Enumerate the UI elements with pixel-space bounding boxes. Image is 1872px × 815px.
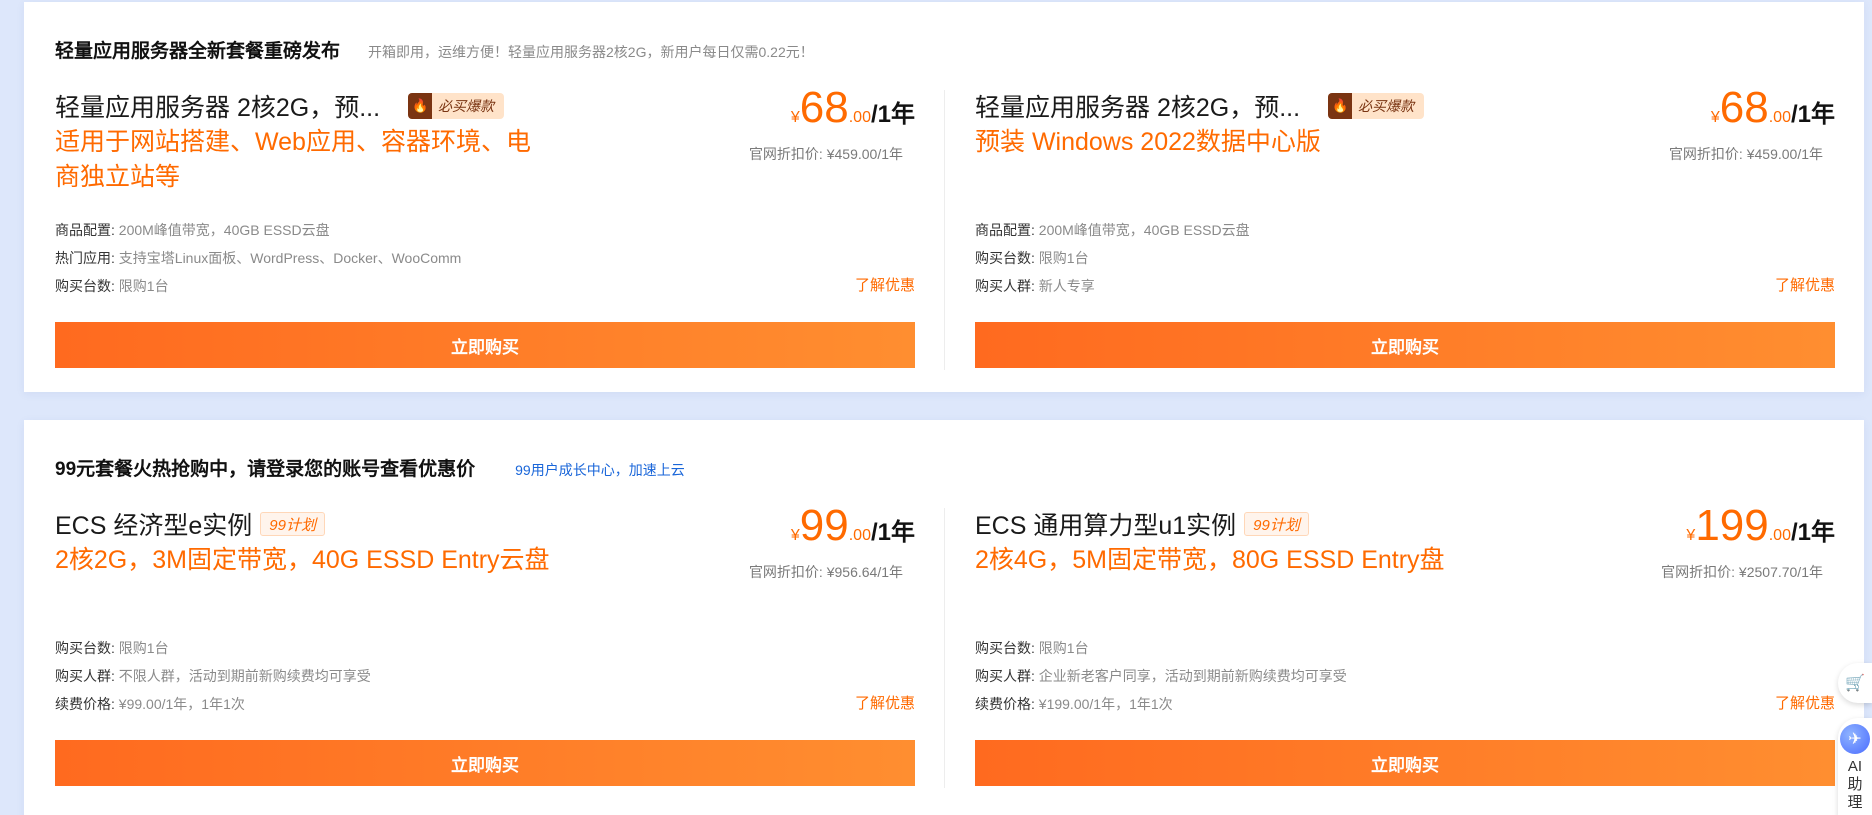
spec-row: 购买台数: 限购1台 [55,278,169,294]
promo-section-lightweight: 轻量应用服务器全新套餐重磅发布 开箱即用，运维方便！轻量应用服务器2核2G，新用… [24,2,1864,392]
product-card: 轻量应用服务器 2核2G，预... 🔥 必买爆款 预装 Windows 2022… [975,84,1835,378]
product-name[interactable]: 轻量应用服务器 2核2G，预... [975,88,1300,124]
original-price: 官网折扣价: ¥459.00/1年 [748,146,903,162]
spec-list: 购买台数: 限购1台 购买人群: 企业新老客户同享，活动到期前新购续费均可享受 … [975,634,1347,718]
buy-now-button[interactable]: 立即购买 [55,740,915,786]
product-name[interactable]: ECS 经济型e实例 [55,506,252,542]
spec-row: 购买人群: 不限人群，活动到期前新购续费均可享受 [55,668,371,684]
badge-label: 必买爆款 [438,98,495,114]
badge-label: 必买爆款 [1358,98,1415,114]
spec-list: 商品配置: 200M峰值带宽，40GB ESSD云盘 购买台数: 限购1台 购买… [975,216,1250,300]
section-title: 99元套餐火热抢购中，请登录您的账号查看优惠价 [55,459,476,480]
product-card: ECS 经济型e实例 99计划 2核2G，3M固定带宽，40G ESSD Ent… [55,502,915,796]
spec-row: 热门应用: 支持宝塔Linux面板、WordPress、Docker、WooCo… [55,250,462,266]
plan-badge: 99计划 [1244,512,1309,536]
product-name[interactable]: 轻量应用服务器 2核2G，预... [55,88,380,124]
buy-now-button[interactable]: 立即购买 [975,322,1835,368]
growth-center-link[interactable]: 99用户成长中心，加速上云 [515,460,685,480]
section-subtitle: 开箱即用，运维方便！轻量应用服务器2核2G，新用户每日仅需0.22元！ [368,44,814,60]
price: ¥68.00/1年 [1710,83,1835,132]
learn-discount-link[interactable]: 了解优惠 [1775,692,1835,713]
plan-badge: 99计划 [260,512,325,536]
product-description: 2核4G，5M固定带宽，80G ESSD Entry盘 [975,546,1445,574]
spec-row: 购买台数: 限购1台 [55,640,169,656]
product-card: 轻量应用服务器 2核2G，预... 🔥 必买爆款 适用于网站搭建、Web应用、容… [55,84,915,378]
price: ¥199.00/1年 [1686,501,1835,550]
card-divider [944,508,945,788]
buy-now-button[interactable]: 立即购买 [975,740,1835,786]
product-description: 预装 Windows 2022数据中心版 [975,128,1321,156]
spec-row: 续费价格: ¥199.00/1年，1年1次 [975,696,1173,712]
spec-row: 续费价格: ¥99.00/1年，1年1次 [55,696,245,712]
product-description: 适用于网站搭建、Web应用、容器环境、电商独立站等 [55,128,531,191]
spec-row: 购买人群: 新人专享 [975,278,1095,294]
section-header: 轻量应用服务器全新套餐重磅发布 开箱即用，运维方便！轻量应用服务器2核2G，新用… [55,36,814,63]
price-box: ¥99.00/1年 官网折扣价: ¥956.64/1年 [749,502,915,582]
price: ¥99.00/1年 [790,501,915,550]
cart-icon: 🛒 [1845,675,1865,692]
spec-row: 购买台数: 限购1台 [975,250,1089,266]
ai-assistant-widget[interactable]: ✈ AI助理 [1838,718,1872,815]
fire-icon: 🔥 [1328,93,1353,119]
learn-discount-link[interactable]: 了解优惠 [1775,274,1835,295]
hot-badge: 🔥 必买爆款 [408,93,505,119]
product-description: 2核2G，3M固定带宽，40G ESSD Entry云盘 [55,546,550,574]
product-name[interactable]: ECS 通用算力型u1实例 [975,506,1236,542]
price-box: ¥68.00/1年 官网折扣价: ¥459.00/1年 [749,84,915,164]
spec-row: 商品配置: 200M峰值带宽，40GB ESSD云盘 [975,222,1250,238]
price-box: ¥68.00/1年 官网折扣价: ¥459.00/1年 [1669,84,1835,164]
promo-section-99-plan: 99元套餐火热抢购中，请登录您的账号查看优惠价 99用户成长中心，加速上云 EC… [24,420,1864,815]
buy-now-button[interactable]: 立即购买 [55,322,915,368]
spec-row: 购买台数: 限购1台 [975,640,1089,656]
original-price: 官网折扣价: ¥956.64/1年 [748,564,903,580]
ai-assistant-icon: ✈ [1840,724,1870,754]
learn-discount-link[interactable]: 了解优惠 [855,692,915,713]
section-header: 99元套餐火热抢购中，请登录您的账号查看优惠价 99用户成长中心，加速上云 [55,454,685,481]
learn-discount-link[interactable]: 了解优惠 [855,274,915,295]
spec-row: 商品配置: 200M峰值带宽，40GB ESSD云盘 [55,222,330,238]
card-divider [944,90,945,370]
cart-widget[interactable]: 🛒 [1838,663,1872,703]
section-title: 轻量应用服务器全新套餐重磅发布 [55,41,341,62]
fire-icon: 🔥 [408,93,433,119]
ai-assistant-label: AI助理 [1847,758,1863,811]
hot-badge: 🔥 必买爆款 [1328,93,1425,119]
price-box: ¥199.00/1年 官网折扣价: ¥2507.70/1年 [1661,502,1835,582]
product-card: ECS 通用算力型u1实例 99计划 2核4G，5M固定带宽，80G ESSD … [975,502,1835,796]
spec-row: 购买人群: 企业新老客户同享，活动到期前新购续费均可享受 [975,668,1347,684]
original-price: 官网折扣价: ¥459.00/1年 [1668,146,1823,162]
original-price: 官网折扣价: ¥2507.70/1年 [1661,564,1823,580]
spec-list: 商品配置: 200M峰值带宽，40GB ESSD云盘 热门应用: 支持宝塔Lin… [55,216,461,300]
price: ¥68.00/1年 [790,83,915,132]
spec-list: 购买台数: 限购1台 购买人群: 不限人群，活动到期前新购续费均可享受 续费价格… [55,634,371,718]
